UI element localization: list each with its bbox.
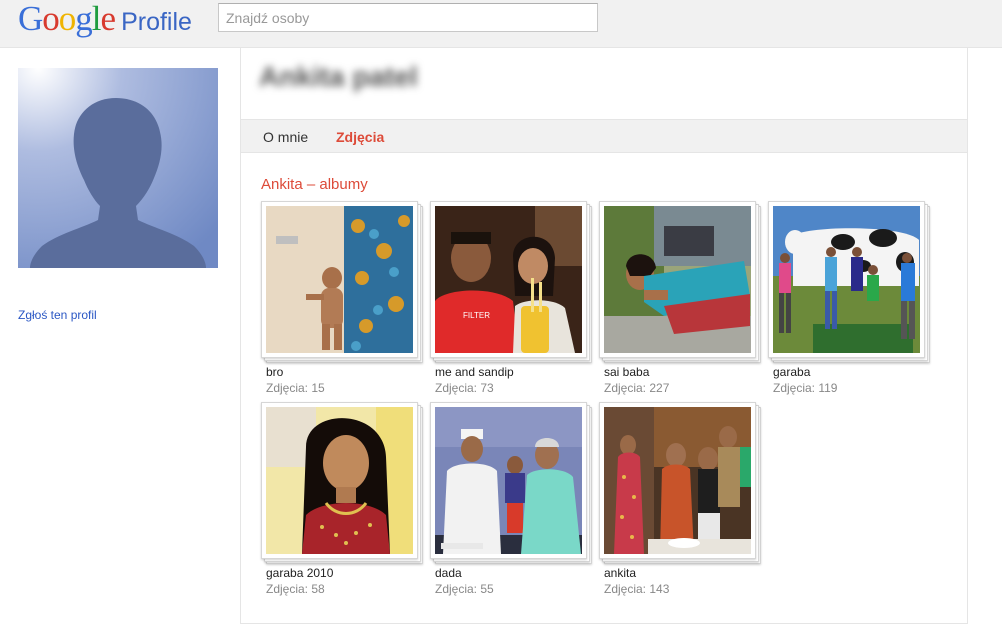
profile-panel: Ankita patel O mnie Zdjęcia Ankita – alb…	[240, 48, 968, 624]
album-title: garaba	[773, 365, 811, 379]
tab-photos[interactable]: Zdjęcia	[336, 129, 384, 145]
album-card[interactable]: dada Zdjęcia: 55	[430, 402, 592, 602]
album-title: me and sandip	[435, 365, 514, 379]
album-photo-count: Zdjęcia: 227	[604, 381, 670, 395]
album-thumbnail	[773, 206, 920, 353]
album-title: garaba 2010	[266, 566, 334, 580]
album-thumbnail	[435, 407, 582, 554]
album-thumbnail	[266, 407, 413, 554]
album-thumbnail	[604, 206, 751, 353]
album-card[interactable]: ankita Zdjęcia: 143	[599, 402, 761, 602]
product-name: Profile	[121, 8, 192, 36]
album-thumbnail	[604, 407, 751, 554]
album-thumbnail	[266, 206, 413, 353]
album-photo-count: Zdjęcia: 143	[604, 582, 670, 596]
google-wordmark: Google	[18, 0, 116, 38]
album-photo-count: Zdjęcia: 15	[266, 381, 325, 395]
album-title: ankita	[604, 566, 637, 580]
top-bar: Google Profile	[0, 0, 1002, 48]
albums-heading: Ankita – albumy	[261, 176, 368, 193]
avatar	[18, 68, 218, 268]
album-card[interactable]: sai baba Zdjęcia: 227	[599, 201, 761, 401]
tab-about[interactable]: O mnie	[263, 129, 308, 145]
album-card[interactable]: garaba Zdjęcia: 119	[768, 201, 930, 401]
profile-tabs: O mnie Zdjęcia	[241, 119, 967, 153]
profile-name: Ankita patel	[259, 61, 418, 92]
album-thumbnail: FILTER	[435, 206, 582, 353]
album-photo-count: Zdjęcia: 58	[266, 582, 325, 596]
report-profile-link[interactable]: Zgłoś ten profil	[18, 308, 97, 322]
album-card[interactable]: bro Zdjęcia: 15	[261, 201, 423, 401]
album-title: dada	[435, 566, 462, 580]
album-card[interactable]: garaba 2010 Zdjęcia: 58	[261, 402, 423, 602]
album-photo-count: Zdjęcia: 119	[773, 381, 838, 395]
svg-text:FILTER: FILTER	[463, 311, 490, 320]
album-title: bro	[266, 365, 284, 379]
album-photo-count: Zdjęcia: 73	[435, 381, 494, 395]
album-photo-count: Zdjęcia: 55	[435, 582, 494, 596]
album-card[interactable]: FILTER me and sandip Zdjęcia: 73	[430, 201, 592, 401]
google-profile-logo[interactable]: Google Profile	[18, 0, 192, 38]
default-avatar-silhouette-icon	[18, 68, 218, 268]
album-title: sai baba	[604, 365, 650, 379]
people-search-input[interactable]	[218, 3, 598, 32]
